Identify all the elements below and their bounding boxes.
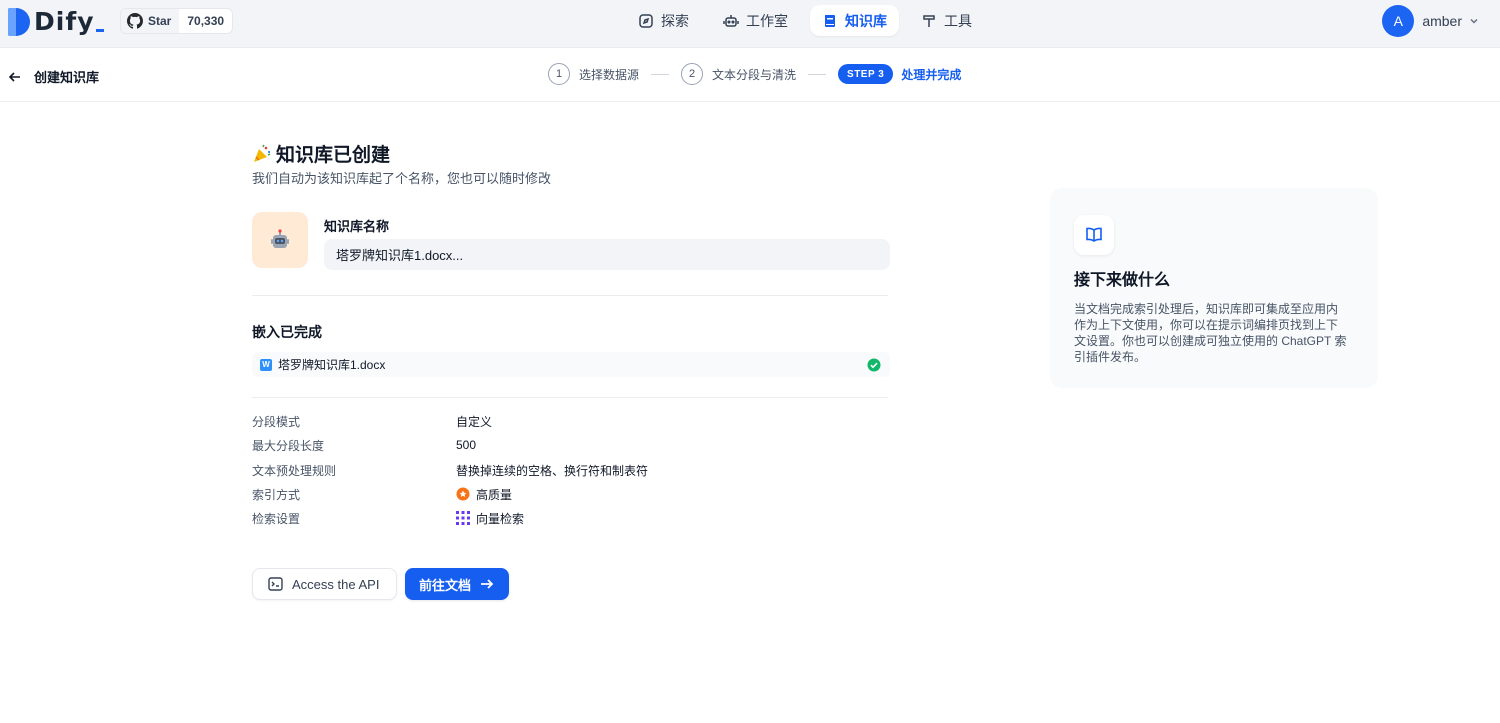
section-divider — [252, 295, 888, 296]
info-key: 检索设置 — [252, 511, 301, 526]
main-nav: 探索 工作室 知识库 工具 — [626, 5, 984, 36]
step-indicator: 1 选择数据源 2 文本分段与清洗 STEP 3 处理并完成 — [548, 63, 961, 85]
user-menu[interactable]: A amber — [1382, 5, 1480, 37]
back-button[interactable]: 创建知识库 — [8, 67, 99, 86]
user-name: amber — [1422, 13, 1462, 29]
party-popper-icon — [254, 144, 271, 162]
arrow-right-icon — [481, 579, 494, 589]
step-2-label: 文本分段与清洗 — [712, 67, 797, 82]
info-row-index-mode: 索引方式 高质量 — [252, 485, 892, 503]
dify-logo-icon — [8, 7, 30, 36]
logo-underscore — [95, 29, 104, 32]
hammer-icon — [923, 14, 935, 27]
next-steps-text: 当文档完成索引处理后，知识库即可集成至应用内作为上下文使用，你可以在提示词编排页… — [1074, 302, 1347, 364]
vector-grid-icon — [456, 511, 470, 525]
card-icon-wrapper — [1074, 215, 1114, 255]
kb-name-label: 知识库名称 — [324, 219, 390, 234]
check-circle-icon — [867, 358, 881, 372]
access-api-button[interactable]: Access the API — [252, 568, 397, 600]
robot-emoji-icon — [271, 229, 289, 248]
embedded-file-name: 塔罗牌知识库1.docx — [278, 358, 386, 372]
nav-explore[interactable]: 探索 — [626, 5, 701, 36]
nav-tools-label: 工具 — [944, 12, 972, 29]
github-star-label: Star — [148, 14, 172, 28]
retrieval-value: 向量检索 — [476, 511, 525, 526]
kb-name-input[interactable]: 塔罗牌知识库1.docx... — [324, 239, 890, 270]
step-1-label: 选择数据源 — [579, 67, 640, 82]
page-title: 知识库已创建 — [252, 140, 390, 167]
step-2-number: 2 — [681, 63, 704, 85]
info-value: 500 — [456, 438, 477, 452]
book-icon — [825, 14, 835, 27]
step-3-pill: STEP 3 — [838, 64, 894, 84]
info-key: 最大分段长度 — [252, 438, 325, 453]
terminal-icon — [268, 577, 283, 591]
info-value-with-icon: 向量检索 — [456, 510, 524, 527]
step-header: 创建知识库 1 选择数据源 2 文本分段与清洗 STEP 3 处理并完成 — [0, 48, 1500, 102]
info-row-segment-mode: 分段模式 自定义 — [252, 412, 892, 430]
info-value: 替换掉连续的空格、换行符和制表符 — [456, 463, 649, 478]
info-value-with-icon: 高质量 — [456, 486, 512, 503]
compass-icon — [639, 13, 653, 28]
nav-knowledge-label: 知识库 — [845, 12, 887, 29]
access-api-label: Access the API — [292, 576, 380, 592]
github-star-badge[interactable]: Star 70,330 — [120, 8, 234, 34]
knowledge-base-icon[interactable] — [252, 212, 308, 268]
embedding-status-title: 嵌入已完成 — [252, 324, 322, 340]
info-key: 索引方式 — [252, 487, 301, 502]
docx-file-icon: W — [260, 358, 272, 371]
go-to-documents-label: 前往文档 — [419, 577, 472, 593]
avatar: A — [1382, 5, 1415, 37]
step-3-label: 处理并完成 — [901, 67, 962, 82]
github-icon — [127, 13, 143, 29]
app-name: Dify — [34, 7, 95, 36]
chevron-down-icon — [1470, 18, 1478, 24]
nav-tools[interactable]: 工具 — [909, 5, 984, 36]
go-to-documents-button[interactable]: 前往文档 — [405, 568, 509, 600]
open-book-icon — [1086, 227, 1102, 242]
back-label: 创建知识库 — [34, 70, 100, 85]
info-value: 自定义 — [456, 414, 493, 429]
info-row-preprocess-rules: 文本预处理规则 替换掉连续的空格、换行符和制表符 — [252, 461, 892, 479]
quality-icon — [456, 487, 470, 501]
nav-studio[interactable]: 工作室 — [711, 5, 800, 36]
page-title-text: 知识库已创建 — [276, 145, 391, 166]
info-row-retrieval: 检索设置 向量检索 — [252, 509, 892, 527]
embedded-file-row: W 塔罗牌知识库1.docx — [252, 352, 890, 377]
arrow-left-icon — [8, 71, 20, 82]
step-divider — [651, 73, 670, 75]
step-1-number: 1 — [548, 63, 570, 85]
top-navigation-bar: Dify Star 70,330 探索 工作室 知识库 工具 A amber — [0, 0, 1500, 48]
index-mode-value: 高质量 — [476, 487, 513, 502]
next-steps-card: 接下来做什么 当文档完成索引处理后，知识库即可集成至应用内作为上下文使用，你可以… — [1050, 188, 1378, 388]
section-divider — [252, 397, 888, 398]
robot-icon — [723, 14, 739, 27]
step-divider — [808, 73, 827, 75]
info-key: 文本预处理规则 — [252, 463, 337, 478]
nav-explore-label: 探索 — [661, 12, 689, 29]
page-subtitle: 我们自动为该知识库起了个名称，您也可以随时修改 — [252, 171, 552, 186]
next-steps-title: 接下来做什么 — [1074, 272, 1171, 289]
info-key: 分段模式 — [252, 414, 301, 429]
github-star-count: 70,330 — [187, 14, 225, 28]
github-star-button: Star — [121, 9, 180, 33]
dify-logo[interactable]: Dify — [8, 7, 104, 36]
nav-knowledge[interactable]: 知识库 — [810, 5, 899, 36]
nav-studio-label: 工作室 — [746, 12, 788, 29]
info-row-max-length: 最大分段长度 500 — [252, 436, 892, 454]
